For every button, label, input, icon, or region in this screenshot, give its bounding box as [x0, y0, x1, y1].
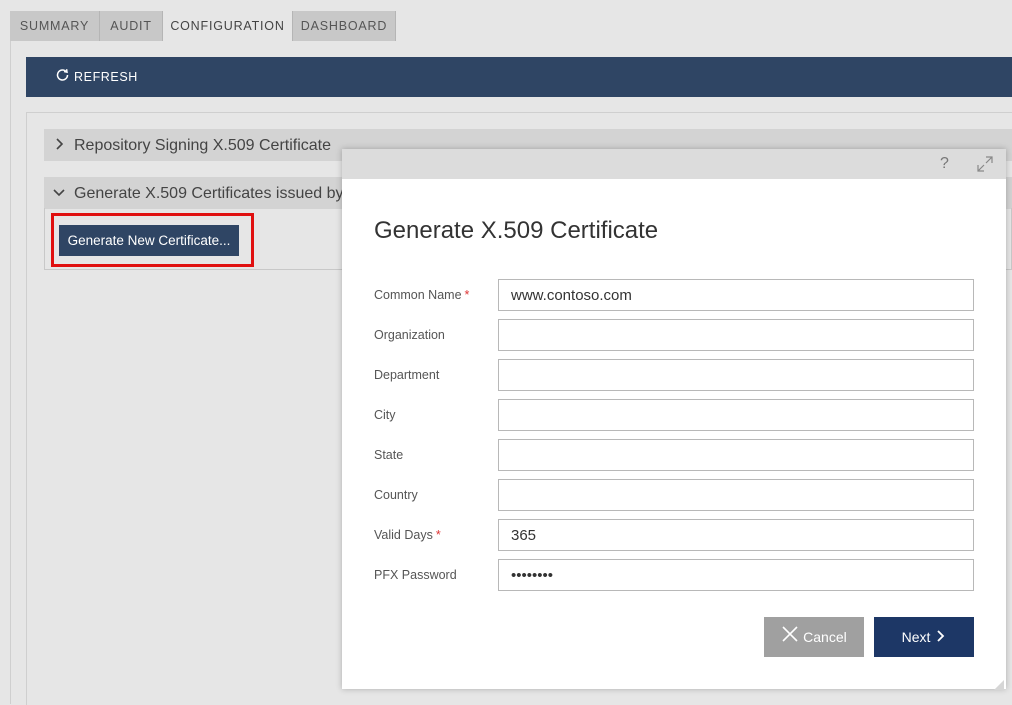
tab-configuration[interactable]: CONFIGURATION [163, 11, 293, 42]
next-button[interactable]: Next [874, 617, 974, 657]
form-row-pfx-password: PFX Password [374, 559, 974, 591]
chevron-down-icon [44, 177, 74, 209]
refresh-button[interactable]: REFRESH [56, 57, 138, 97]
state-input[interactable] [498, 439, 974, 471]
organization-input[interactable] [498, 319, 974, 351]
field-label: Country [374, 479, 418, 511]
label-text: Organization [374, 328, 445, 342]
tab-bar: SUMMARY AUDIT CONFIGURATION DASHBOARD [0, 0, 1012, 42]
field-label: Department [374, 359, 439, 391]
dialog-title: Generate X.509 Certificate [374, 217, 659, 244]
field-label: Common Name * [374, 279, 469, 311]
refresh-icon [56, 57, 70, 97]
city-input[interactable] [498, 399, 974, 431]
help-icon[interactable]: ? [940, 155, 949, 173]
label-text: City [374, 408, 396, 422]
field-label: City [374, 399, 396, 431]
form-row-common-name: Common Name * [374, 279, 974, 311]
toolbar: REFRESH [26, 57, 1012, 97]
accordion-label: Generate X.509 Certificates issued by S [74, 185, 359, 202]
form-row-organization: Organization [374, 319, 974, 351]
generate-new-certificate-button[interactable]: Generate New Certificate... [59, 225, 239, 256]
cancel-label: Cancel [803, 629, 847, 645]
accordion-label: Repository Signing X.509 Certificate [74, 137, 332, 154]
next-label: Next [901, 629, 931, 645]
required-marker: * [435, 528, 441, 542]
tab-dashboard[interactable]: DASHBOARD [293, 11, 396, 41]
expand-icon[interactable] [976, 155, 994, 173]
form-row-state: State [374, 439, 974, 471]
field-label: State [374, 439, 403, 471]
refresh-label: REFRESH [74, 70, 138, 84]
tab-summary[interactable]: SUMMARY [10, 11, 100, 41]
common-name-input[interactable] [498, 279, 974, 311]
chevron-right-icon [44, 129, 74, 161]
form-row-city: City [374, 399, 974, 431]
field-label: Organization [374, 319, 445, 351]
top-strip [0, 0, 1012, 10]
label-text: State [374, 448, 404, 462]
form-row-department: Department [374, 359, 974, 391]
close-icon [781, 618, 799, 658]
label-text: PFX Password [374, 568, 457, 582]
dialog-header: ? [342, 149, 1006, 179]
cancel-button[interactable]: Cancel [764, 617, 864, 657]
required-marker: * [464, 288, 470, 302]
chevron-right-icon [934, 618, 946, 658]
pfx-password-input[interactable] [498, 559, 974, 591]
label-text: Common Name [374, 288, 462, 302]
country-input[interactable] [498, 479, 974, 511]
label-text: Valid Days [374, 528, 433, 542]
department-input[interactable] [498, 359, 974, 391]
form-row-country: Country [374, 479, 974, 511]
generate-certificate-dialog: ? Generate X.509 Certificate Common Name… [342, 149, 1006, 690]
tab-audit[interactable]: AUDIT [100, 11, 163, 41]
label-text: Country [374, 488, 418, 502]
field-label: Valid Days * [374, 519, 441, 551]
field-label: PFX Password [374, 559, 457, 591]
resize-handle-icon[interactable] [994, 677, 1004, 690]
form-row-valid-days: Valid Days * [374, 519, 974, 551]
valid-days-input[interactable] [498, 519, 974, 551]
label-text: Department [374, 368, 440, 382]
